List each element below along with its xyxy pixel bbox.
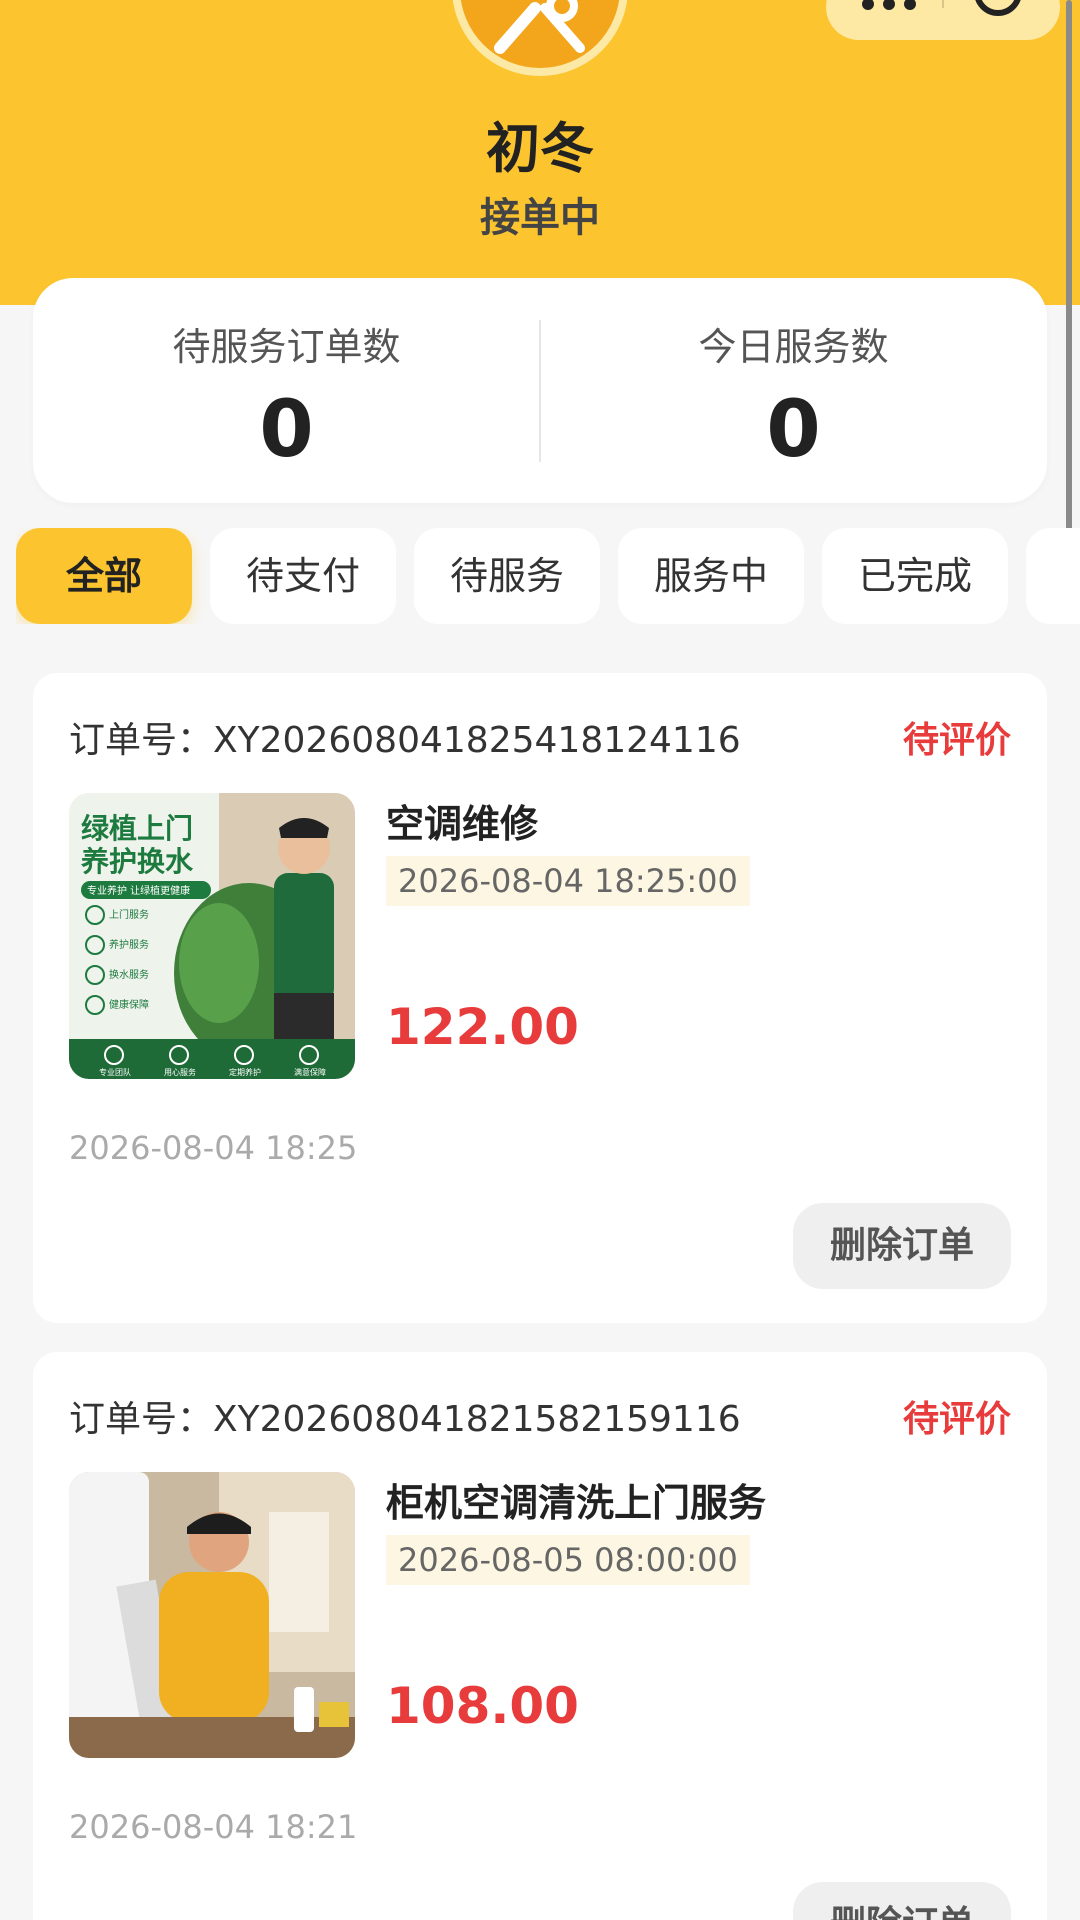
plant-item-3: 换水服务 [109, 968, 149, 981]
stat-today-value: 0 [766, 385, 821, 475]
tools-icon [494, 0, 585, 54]
plant-item-2: 养护服务 [109, 938, 149, 951]
plant-footer-1: 专业团队 [99, 1067, 131, 1077]
service-name: 空调维修 [386, 802, 539, 846]
plant-footer-2: 用心服务 [164, 1067, 196, 1077]
username: 初冬 [486, 117, 594, 180]
order-created-time: 2026-08-04 18:25 [69, 1129, 358, 1167]
delete-order-button[interactable]: 删除订单 [793, 1203, 1011, 1289]
order-status-badge: 待评价 [902, 720, 1011, 761]
capsule-divider [942, 0, 944, 8]
service-name: 柜机空调清洗上门服务 [386, 1481, 767, 1525]
miniprogram-capsule[interactable] [826, 0, 1060, 40]
plant-footer-3: 定期养护 [229, 1067, 261, 1077]
plant-subtitle: 专业养护 让绿植更健康 [87, 884, 190, 897]
service-price: 122.00 [386, 998, 579, 1056]
order-status-badge: 待评价 [902, 1399, 1011, 1440]
plant-care-photo[interactable]: 绿植上门 养护换水 专业养护 让绿植更健康 上门服务 养护服务 换水服务 健康保… [69, 793, 355, 1079]
stat-today-label: 今日服务数 [698, 325, 889, 369]
service-time: 2026-08-05 08:00:00 [386, 1535, 750, 1585]
stat-pending-value: 0 [259, 385, 314, 475]
order-card[interactable]: 订单号：XY202608041825418124116 待评价 绿植上门 养护换… [33, 673, 1047, 1323]
delete-order-button[interactable]: 删除订单 [793, 1882, 1011, 1920]
tab-more[interactable]: 已 [1026, 528, 1080, 624]
order-filter-tabs: 全部待支付待服务服务中已完成已 [16, 528, 1080, 624]
ac-cleaning-photo[interactable] [69, 1472, 355, 1758]
service-price: 108.00 [386, 1677, 579, 1735]
avatar[interactable] [452, 0, 628, 76]
stats-card: 待服务订单数 0 今日服务数 0 [33, 278, 1047, 503]
order-created-time: 2026-08-04 18:21 [69, 1808, 358, 1846]
plant-title-1: 绿植上门 [81, 812, 193, 845]
stat-pending[interactable]: 待服务订单数 0 [33, 278, 540, 503]
tab-all[interactable]: 全部 [16, 528, 192, 624]
work-status[interactable]: 接单中 [0, 185, 1080, 243]
more-icon[interactable] [862, 0, 916, 10]
plant-footer-4: 满意保障 [294, 1067, 326, 1077]
service-time: 2026-08-04 18:25:00 [386, 856, 750, 906]
tab-pending-payment[interactable]: 待支付 [210, 528, 396, 624]
tab-in-service[interactable]: 服务中 [618, 528, 804, 624]
order-number: 订单号：XY202608041825418124116 [69, 720, 741, 761]
stat-pending-label: 待服务订单数 [172, 325, 401, 369]
stat-today[interactable]: 今日服务数 0 [540, 278, 1047, 503]
scrollbar[interactable] [1066, 0, 1072, 535]
order-card[interactable]: 订单号：XY202608041821582159116 待评价 柜机空调清洗上门… [33, 1352, 1047, 1920]
profile-header: 初冬 接单中 [0, 0, 1080, 305]
plant-item-4: 健康保障 [109, 998, 149, 1011]
tab-completed[interactable]: 已完成 [822, 528, 1008, 624]
close-target-icon[interactable] [974, 0, 1022, 16]
tab-pending-service[interactable]: 待服务 [414, 528, 600, 624]
plant-title-2: 养护换水 [81, 845, 194, 878]
order-number: 订单号：XY202608041821582159116 [69, 1399, 741, 1440]
plant-item-1: 上门服务 [109, 908, 149, 921]
